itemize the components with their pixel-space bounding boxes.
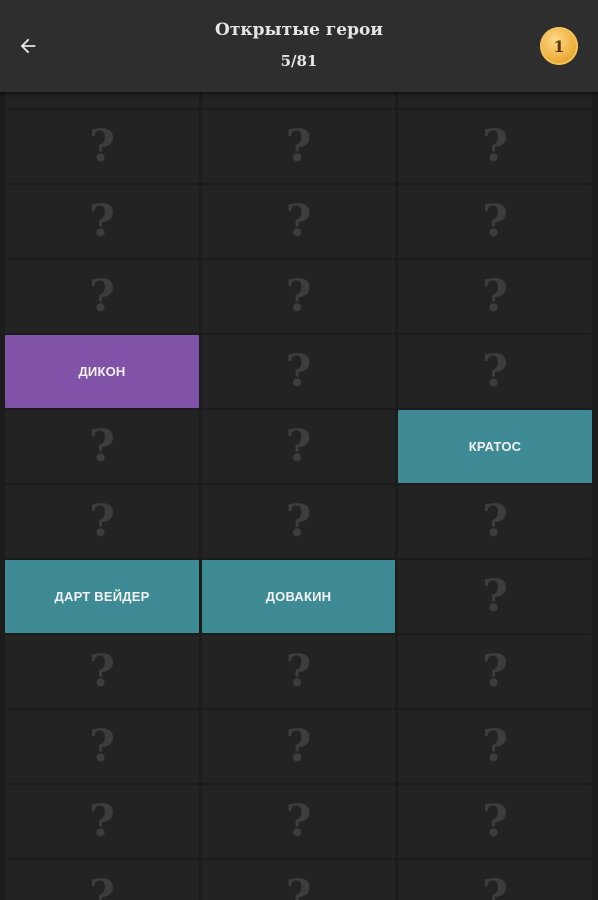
hero-card-unlocked[interactable]: ДИКОН [5, 335, 199, 408]
question-mark-icon: ? [89, 720, 115, 772]
hero-card-locked: ? [5, 410, 199, 483]
heroes-counter: 5/81 [280, 52, 318, 70]
question-mark-icon: ? [482, 120, 508, 172]
hero-card-unlocked[interactable]: ДАРТ ВЕЙДЕР [5, 560, 199, 633]
hero-card-locked: ? [202, 92, 395, 108]
hero-card-unlocked[interactable]: КРАТОС [398, 410, 592, 483]
question-mark-icon: ? [285, 195, 312, 247]
question-mark-icon: ? [285, 645, 312, 697]
question-mark-icon: ? [285, 720, 312, 772]
hero-card-locked: ? [5, 110, 199, 183]
hero-card-locked: ? [398, 635, 592, 708]
top-bar: Открытые герои 5/81 1 [0, 0, 598, 92]
hero-card-locked: ? [5, 710, 199, 783]
hero-card-locked: ? [398, 710, 592, 783]
hero-name: ДОВАКИН [265, 589, 332, 604]
question-mark-icon: ? [482, 495, 508, 547]
question-mark-icon: ? [482, 92, 508, 94]
heroes-grid: ???????????? ДИКОН???? КРАТОС??? ДАРТ ВЕЙДЕ… [5, 92, 593, 900]
question-mark-icon: ? [482, 870, 508, 900]
question-mark-icon: ? [89, 870, 115, 900]
hero-card-locked: ? [398, 785, 592, 858]
question-mark-icon: ? [285, 345, 312, 397]
hero-card-locked: ? [5, 635, 199, 708]
hero-card-locked: ? [202, 260, 395, 333]
question-mark-icon: ? [482, 795, 508, 847]
question-mark-icon: ? [285, 795, 312, 847]
hero-card-locked: ? [5, 485, 199, 558]
question-mark-icon: ? [89, 795, 115, 847]
question-mark-icon: ? [482, 720, 508, 772]
coin-balance-badge[interactable]: 1 [540, 27, 578, 65]
question-mark-icon: ? [286, 92, 312, 94]
hero-card-locked: ? [202, 710, 395, 783]
heroes-grid-viewport[interactable]: ???????????? ДИКОН???? КРАТОС??? ДАРТ ВЕЙДЕ… [0, 92, 598, 900]
hero-name: КРАТОС [468, 439, 522, 454]
hero-card-locked: ? [202, 110, 395, 183]
question-mark-icon: ? [89, 92, 115, 94]
hero-card-locked: ? [5, 185, 199, 258]
question-mark-icon: ? [285, 420, 312, 472]
hero-card-locked: ? [202, 785, 395, 858]
question-mark-icon: ? [89, 420, 115, 472]
question-mark-icon: ? [482, 270, 508, 322]
hero-card-locked: ? [398, 860, 592, 900]
question-mark-icon: ? [285, 495, 312, 547]
hero-name: ДАРТ ВЕЙДЕР [54, 589, 150, 604]
hero-card-locked: ? [398, 260, 592, 333]
hero-card-locked: ? [5, 260, 199, 333]
hero-card-locked: ? [398, 560, 592, 633]
hero-card-locked: ? [202, 410, 395, 483]
hero-card-locked: ? [398, 92, 592, 108]
question-mark-icon: ? [89, 645, 115, 697]
hero-card-locked: ? [398, 185, 592, 258]
page-title: Открытые герои [215, 20, 383, 40]
question-mark-icon: ? [482, 345, 508, 397]
hero-card-locked: ? [202, 635, 395, 708]
hero-card-locked: ? [202, 185, 395, 258]
question-mark-icon: ? [285, 120, 312, 172]
question-mark-icon: ? [482, 570, 508, 622]
hero-card-locked: ? [5, 92, 199, 108]
question-mark-icon: ? [89, 270, 115, 322]
question-mark-icon: ? [89, 195, 115, 247]
hero-card-locked: ? [5, 785, 199, 858]
hero-card-locked: ? [202, 860, 395, 900]
hero-name: ДИКОН [78, 364, 126, 379]
question-mark-icon: ? [89, 120, 115, 172]
hero-card-locked: ? [5, 860, 199, 900]
question-mark-icon: ? [482, 645, 508, 697]
question-mark-icon: ? [285, 870, 312, 900]
question-mark-icon: ? [285, 270, 312, 322]
hero-card-locked: ? [202, 485, 395, 558]
hero-card-locked: ? [398, 110, 592, 183]
question-mark-icon: ? [482, 195, 508, 247]
question-mark-icon: ? [89, 495, 115, 547]
hero-card-locked: ? [202, 335, 395, 408]
hero-card-locked: ? [398, 485, 592, 558]
hero-card-unlocked[interactable]: ДОВАКИН [202, 560, 395, 633]
hero-card-locked: ? [398, 335, 592, 408]
